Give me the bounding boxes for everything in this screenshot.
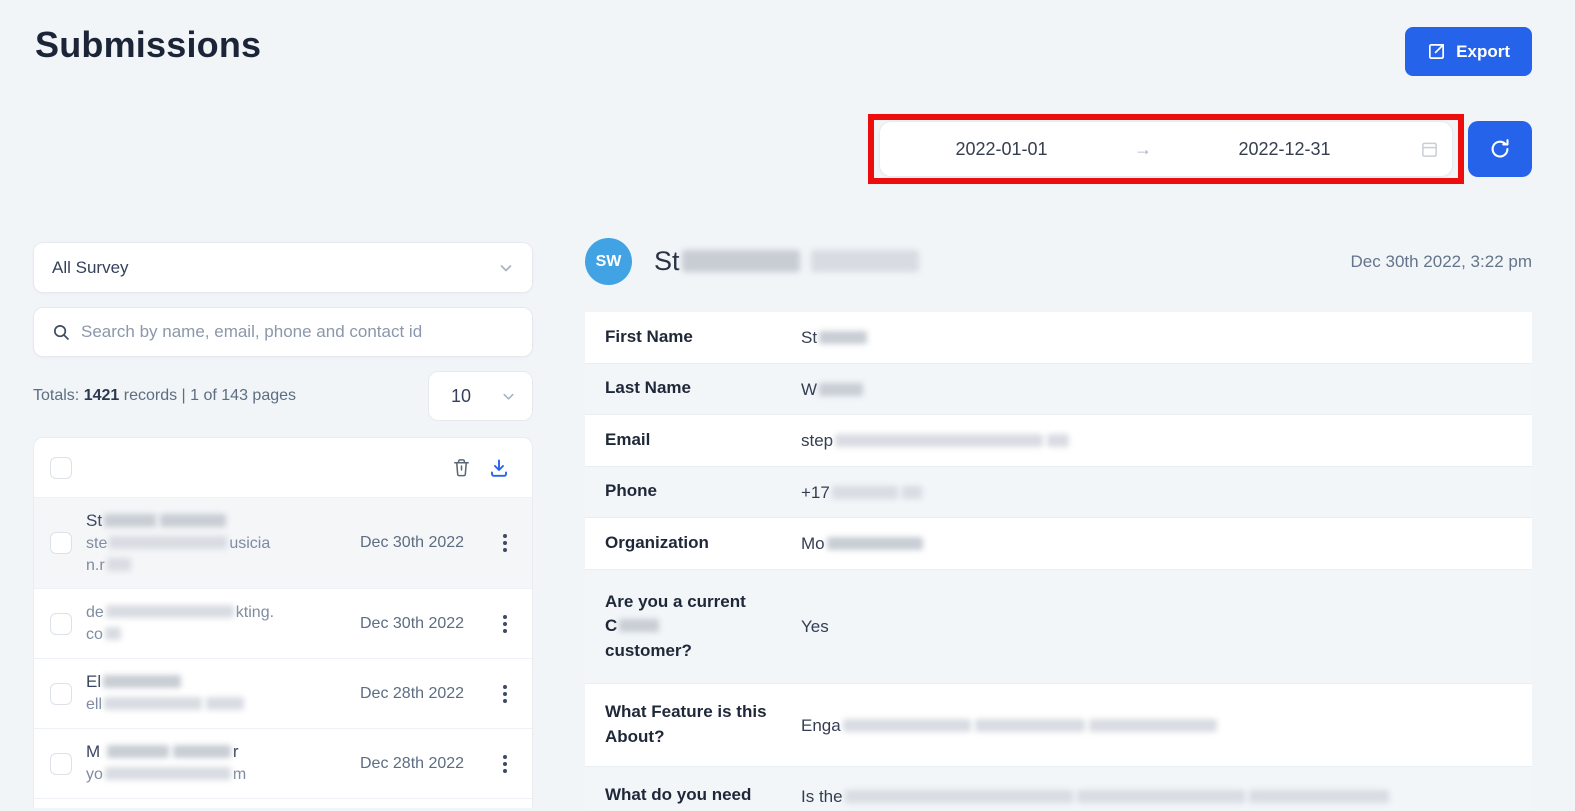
- detail-row: First Name St: [585, 312, 1532, 364]
- refresh-button[interactable]: [1468, 121, 1532, 177]
- detail-row: Last Name W: [585, 363, 1532, 415]
- field-value: Is the know: [801, 783, 1532, 811]
- field-label: Phone: [605, 481, 657, 501]
- start-date-input[interactable]: 2022-01-01: [880, 139, 1123, 160]
- detail-row: Email step: [585, 415, 1532, 467]
- detail-row: Phone +17: [585, 466, 1532, 518]
- field-label: First Name: [605, 326, 693, 346]
- field-value: Mo: [801, 530, 1532, 557]
- search-icon: [52, 323, 71, 342]
- row-menu-button[interactable]: [492, 681, 518, 707]
- submission-detail-panel: SW St Dec 30th 2022, 3:22 pm First Name …: [585, 238, 1532, 811]
- contact-identity: M r yo m: [86, 742, 247, 784]
- field-value: +17: [801, 479, 1532, 506]
- survey-select[interactable]: All Survey: [33, 242, 533, 293]
- contact-identity: St ste usicia n.r: [86, 511, 271, 574]
- table-header-row: [34, 438, 532, 498]
- chevron-down-icon: [501, 389, 516, 404]
- submission-timestamp: Dec 30th 2022, 3:22 pm: [1350, 251, 1532, 271]
- avatar: SW: [585, 238, 632, 285]
- field-label: Last Name: [605, 378, 691, 398]
- page-title: Submissions: [35, 24, 262, 65]
- export-button-label: Export: [1456, 41, 1510, 61]
- delete-button[interactable]: [447, 453, 476, 482]
- export-button[interactable]: Export: [1405, 27, 1532, 76]
- detail-row: Are you a current C customer? Yes: [585, 569, 1532, 685]
- totals-text: Totals: 1421 records | 1 of 143 pages: [33, 387, 297, 404]
- detail-table: First Name St Last Name W Email step Pho…: [585, 312, 1532, 811]
- totals-count: 1421: [83, 387, 120, 404]
- detail-row: What Feature is this About? Enga: [585, 684, 1532, 767]
- contact-name: St: [654, 246, 1351, 277]
- export-icon: [1427, 42, 1446, 61]
- refresh-icon: [1488, 137, 1512, 161]
- page-size-select[interactable]: 10: [428, 371, 533, 421]
- search-box[interactable]: [33, 307, 533, 357]
- submission-date: Dec 28th 2022: [360, 754, 465, 772]
- field-value: W: [801, 376, 1532, 403]
- table-row: [34, 799, 532, 809]
- contact-identity: El ell: [86, 671, 346, 716]
- detail-row: What do you need help with today? Is the…: [585, 766, 1532, 811]
- row-menu-button[interactable]: [492, 530, 518, 556]
- submissions-list-panel: All Survey Totals: 1421 records | 1 of 1…: [33, 242, 533, 809]
- field-label: What Feature is this About?: [605, 702, 767, 747]
- submission-date: Dec 28th 2022: [360, 684, 465, 702]
- field-value: Enga: [801, 712, 1532, 739]
- chevron-down-icon: [498, 260, 514, 276]
- field-value: Yes: [801, 617, 829, 637]
- submission-date: Dec 30th 2022: [360, 534, 465, 552]
- detail-row: Organization Mo: [585, 518, 1532, 570]
- table-row[interactable]: de kting. co Dec 30th 2022: [34, 589, 532, 660]
- field-value: step: [801, 427, 1532, 454]
- submission-date: Dec 30th 2022: [360, 614, 465, 632]
- row-checkbox[interactable]: [50, 532, 72, 555]
- range-arrow-icon: →: [1134, 138, 1152, 159]
- table-row[interactable]: M r yo m Dec 28th 2022: [34, 729, 532, 800]
- submissions-table: St ste usicia n.r Dec 30th 2022 de kting. …: [33, 437, 533, 809]
- table-row[interactable]: St ste usicia n.r Dec 30th 2022: [34, 498, 532, 590]
- submissions-page: Submissions Export 2022-01-01 → 2022-12-…: [0, 0, 1575, 811]
- date-range-picker[interactable]: 2022-01-01 → 2022-12-31: [879, 121, 1453, 177]
- field-label: Organization: [605, 532, 709, 552]
- select-all-checkbox[interactable]: [50, 456, 72, 479]
- page-size-value: 10: [451, 385, 472, 406]
- table-row[interactable]: El ell Dec 28th 2022: [34, 659, 532, 730]
- download-button[interactable]: [484, 453, 514, 483]
- field-label: Email: [605, 429, 651, 449]
- end-date-input[interactable]: 2022-12-31: [1163, 139, 1406, 160]
- row-menu-button[interactable]: [492, 751, 518, 777]
- field-value: St: [801, 324, 1532, 351]
- row-checkbox[interactable]: [50, 682, 72, 705]
- survey-select-value: All Survey: [52, 257, 129, 277]
- search-input[interactable]: [81, 322, 514, 342]
- row-checkbox[interactable]: [50, 752, 72, 775]
- field-label: Are you a current C customer?: [605, 591, 746, 660]
- contact-identity: de kting. co: [86, 604, 275, 643]
- calendar-icon[interactable]: [1406, 140, 1452, 159]
- row-menu-button[interactable]: [492, 611, 518, 637]
- row-checkbox[interactable]: [50, 612, 72, 635]
- field-label: What do you need help with today?: [605, 784, 752, 811]
